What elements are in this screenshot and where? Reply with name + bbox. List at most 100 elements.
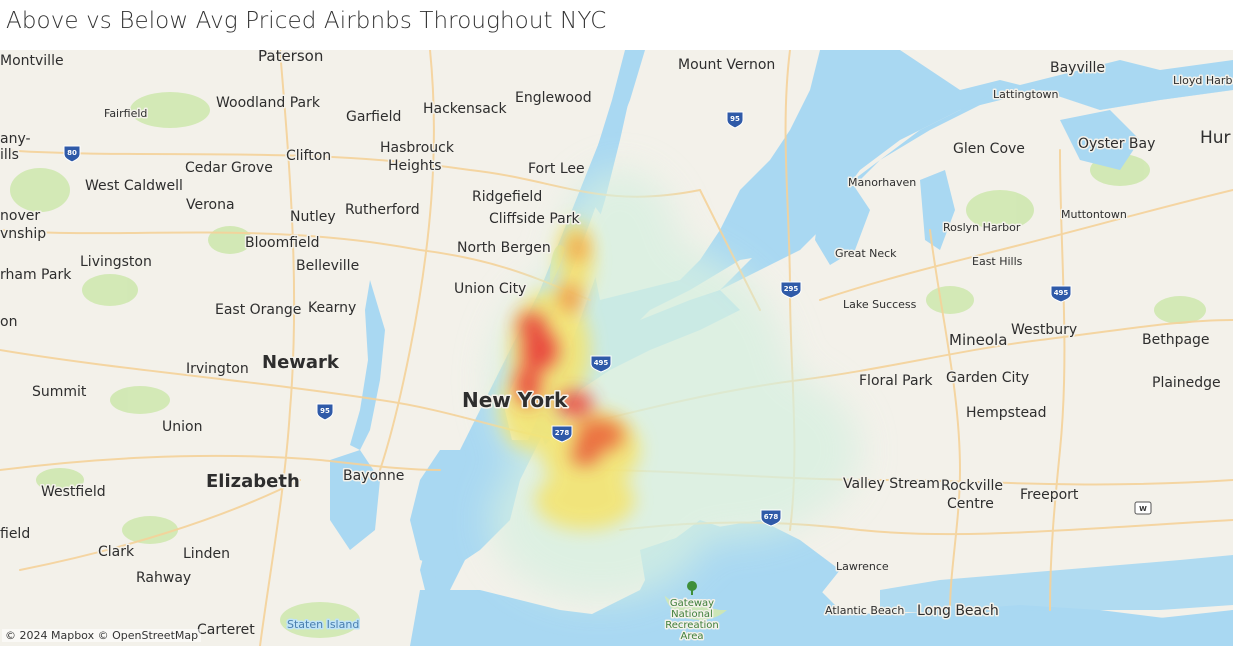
page-title: Above vs Below Avg Priced Airbnbs Throug…	[6, 8, 607, 34]
place-label: Woodland Park	[216, 95, 321, 111]
shield-label: W	[1139, 505, 1147, 513]
place-label: Gateway	[670, 598, 714, 609]
place-label: Great Neck	[835, 247, 897, 260]
place-label: Recreation	[665, 620, 718, 631]
place-label: Freeport	[1020, 487, 1079, 503]
place-label: nover	[0, 208, 40, 224]
place-label: Verona	[186, 197, 235, 213]
heat-high	[569, 234, 587, 262]
route-w-shield[interactable]: W	[1134, 501, 1152, 515]
place-label: Bloomfield	[245, 235, 319, 251]
place-label: Long Beach	[917, 603, 999, 619]
place-label: Newark	[262, 352, 340, 373]
place-label: Glen Cove	[953, 141, 1025, 157]
place-label: Garden City	[946, 370, 1029, 386]
place-label: Manorhaven	[848, 176, 916, 189]
place-label: Livingston	[80, 254, 152, 270]
place-label: Staten Island	[287, 618, 359, 631]
place-label: Clifton	[286, 148, 331, 164]
map-canvas[interactable]: 80 95 295 495 495 95 278 678 W Paterson …	[0, 50, 1233, 646]
place-label: East Orange	[215, 302, 301, 318]
shield-label: 278	[555, 429, 570, 437]
place-label: Kearny	[308, 300, 356, 316]
place-label: Carteret	[197, 622, 255, 638]
place-label: Bayville	[1050, 60, 1105, 76]
place-label: East Hills	[972, 255, 1023, 268]
place-label: vnship	[0, 226, 46, 242]
park-area	[82, 274, 138, 306]
place-label: Cliffside Park	[489, 211, 580, 227]
heat-high	[522, 330, 558, 370]
place-label: Area	[680, 631, 703, 642]
place-label: Cedar Grove	[185, 160, 273, 176]
place-label: Linden	[183, 546, 230, 562]
place-label: Muttontown	[1061, 208, 1127, 221]
place-label: Elizabeth	[206, 471, 300, 492]
place-label: Centre	[947, 496, 994, 512]
place-label: Fort Lee	[528, 161, 585, 177]
place-label: Valley Stream	[843, 476, 940, 492]
heat-mid	[535, 470, 635, 530]
place-label: North Bergen	[457, 240, 551, 256]
shield-label: 95	[730, 115, 740, 123]
place-label: National	[671, 609, 713, 620]
place-label: Lake Success	[843, 298, 917, 311]
place-label: field	[0, 526, 30, 542]
place-label: Atlantic Beach	[825, 604, 904, 617]
place-label: Rahway	[136, 570, 191, 586]
place-label: Bayonne	[343, 468, 404, 484]
map-viewport[interactable]: 80 95 295 495 495 95 278 678 W Paterson …	[0, 50, 1233, 646]
shield-label: 678	[764, 513, 779, 521]
place-label: West Caldwell	[85, 178, 183, 194]
place-label: Ridgefield	[472, 189, 542, 205]
place-label: Lloyd Harbo	[1173, 74, 1233, 87]
place-label: Paterson	[258, 50, 323, 65]
place-label: ills	[0, 147, 19, 163]
place-label: Westfield	[41, 484, 106, 500]
place-label: Mineola	[949, 331, 1007, 349]
place-label: Hasbrouck	[380, 140, 455, 156]
map-attribution[interactable]: © 2024 Mapbox © OpenStreetMap	[2, 629, 202, 642]
place-label: Lawrence	[836, 560, 889, 573]
shield-label: 295	[784, 285, 799, 293]
place-label: Heights	[388, 158, 442, 174]
heat-high	[571, 445, 599, 465]
place-label: Rutherford	[345, 202, 420, 218]
place-label: Mount Vernon	[678, 57, 775, 73]
place-label: Bethpage	[1142, 332, 1210, 348]
place-label: Floral Park	[859, 373, 933, 389]
place-label: Plainedge	[1152, 375, 1221, 391]
shield-label: 95	[320, 407, 330, 415]
place-label: Lattingtown	[993, 88, 1059, 101]
place-label: on	[0, 314, 17, 330]
place-label: Oyster Bay	[1078, 136, 1155, 152]
place-label: Hempstead	[966, 405, 1047, 421]
park-area	[1154, 296, 1206, 324]
place-label: rham Park	[0, 267, 72, 283]
place-label: New York	[462, 388, 568, 412]
place-label: Hackensack	[423, 101, 507, 117]
place-label: Belleville	[296, 258, 359, 274]
shield-label: 80	[67, 149, 77, 157]
place-label: Montville	[0, 53, 64, 69]
place-label: Clark	[98, 544, 135, 560]
place-label: Union City	[454, 281, 526, 297]
shield-label: 495	[594, 359, 609, 367]
place-label: Rockville	[941, 478, 1003, 494]
park-area	[110, 386, 170, 414]
place-label: Hur	[1200, 128, 1231, 148]
heat-high	[560, 284, 580, 312]
park-area	[926, 286, 974, 314]
place-label: Irvington	[186, 361, 249, 377]
park-area	[122, 516, 178, 544]
shield-label: 495	[1054, 289, 1069, 297]
place-label: Englewood	[515, 90, 592, 106]
park-area	[10, 168, 70, 212]
place-label: Fairfield	[104, 107, 147, 120]
place-label: Westbury	[1011, 322, 1077, 338]
place-label: Union	[162, 419, 202, 435]
place-label: Roslyn Harbor	[943, 221, 1021, 234]
place-label: any-	[0, 131, 31, 147]
place-label: Nutley	[290, 209, 336, 225]
place-label: Summit	[32, 384, 87, 400]
